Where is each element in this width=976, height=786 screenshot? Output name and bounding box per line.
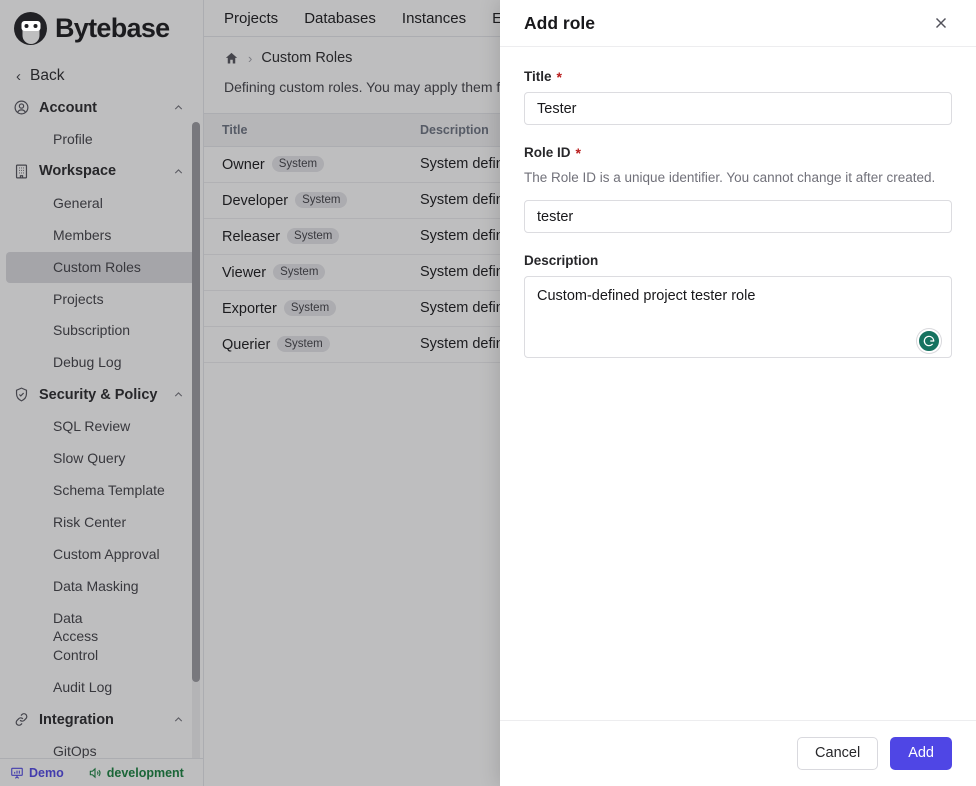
title-field-label: Title * [524, 69, 952, 84]
dialog-body: Title * Role ID * The Role ID is a uniqu… [500, 47, 976, 720]
description-textarea[interactable] [524, 276, 952, 359]
dialog-header: Add role [500, 0, 976, 47]
role-id-hint: The Role ID is a unique identifier. You … [524, 170, 936, 185]
cancel-button[interactable]: Cancel [797, 737, 879, 770]
add-button[interactable]: Add [890, 737, 952, 770]
role-id-label-text: Role ID [524, 145, 571, 160]
role-id-input[interactable] [524, 200, 952, 234]
field-role-id: Role ID * The Role ID is a unique identi… [524, 145, 952, 234]
dialog-title: Add role [524, 12, 595, 33]
close-icon[interactable] [930, 12, 952, 34]
title-label-text: Title [524, 69, 552, 84]
role-id-field-label: Role ID * [524, 145, 952, 160]
add-role-dialog: Add role Title * Role ID * The Role ID i… [500, 0, 976, 786]
app-root: Bytebase ‹ Back Account Profile Workspac… [0, 0, 976, 786]
dialog-footer: Cancel Add [500, 720, 976, 786]
description-label-text: Description [524, 253, 599, 269]
field-description: Description [524, 253, 952, 363]
description-field-label: Description [524, 253, 952, 268]
description-textarea-wrap [524, 276, 952, 363]
required-marker: * [556, 68, 562, 85]
required-marker: * [575, 144, 581, 161]
title-input[interactable] [524, 92, 952, 125]
field-title: Title * [524, 69, 952, 125]
